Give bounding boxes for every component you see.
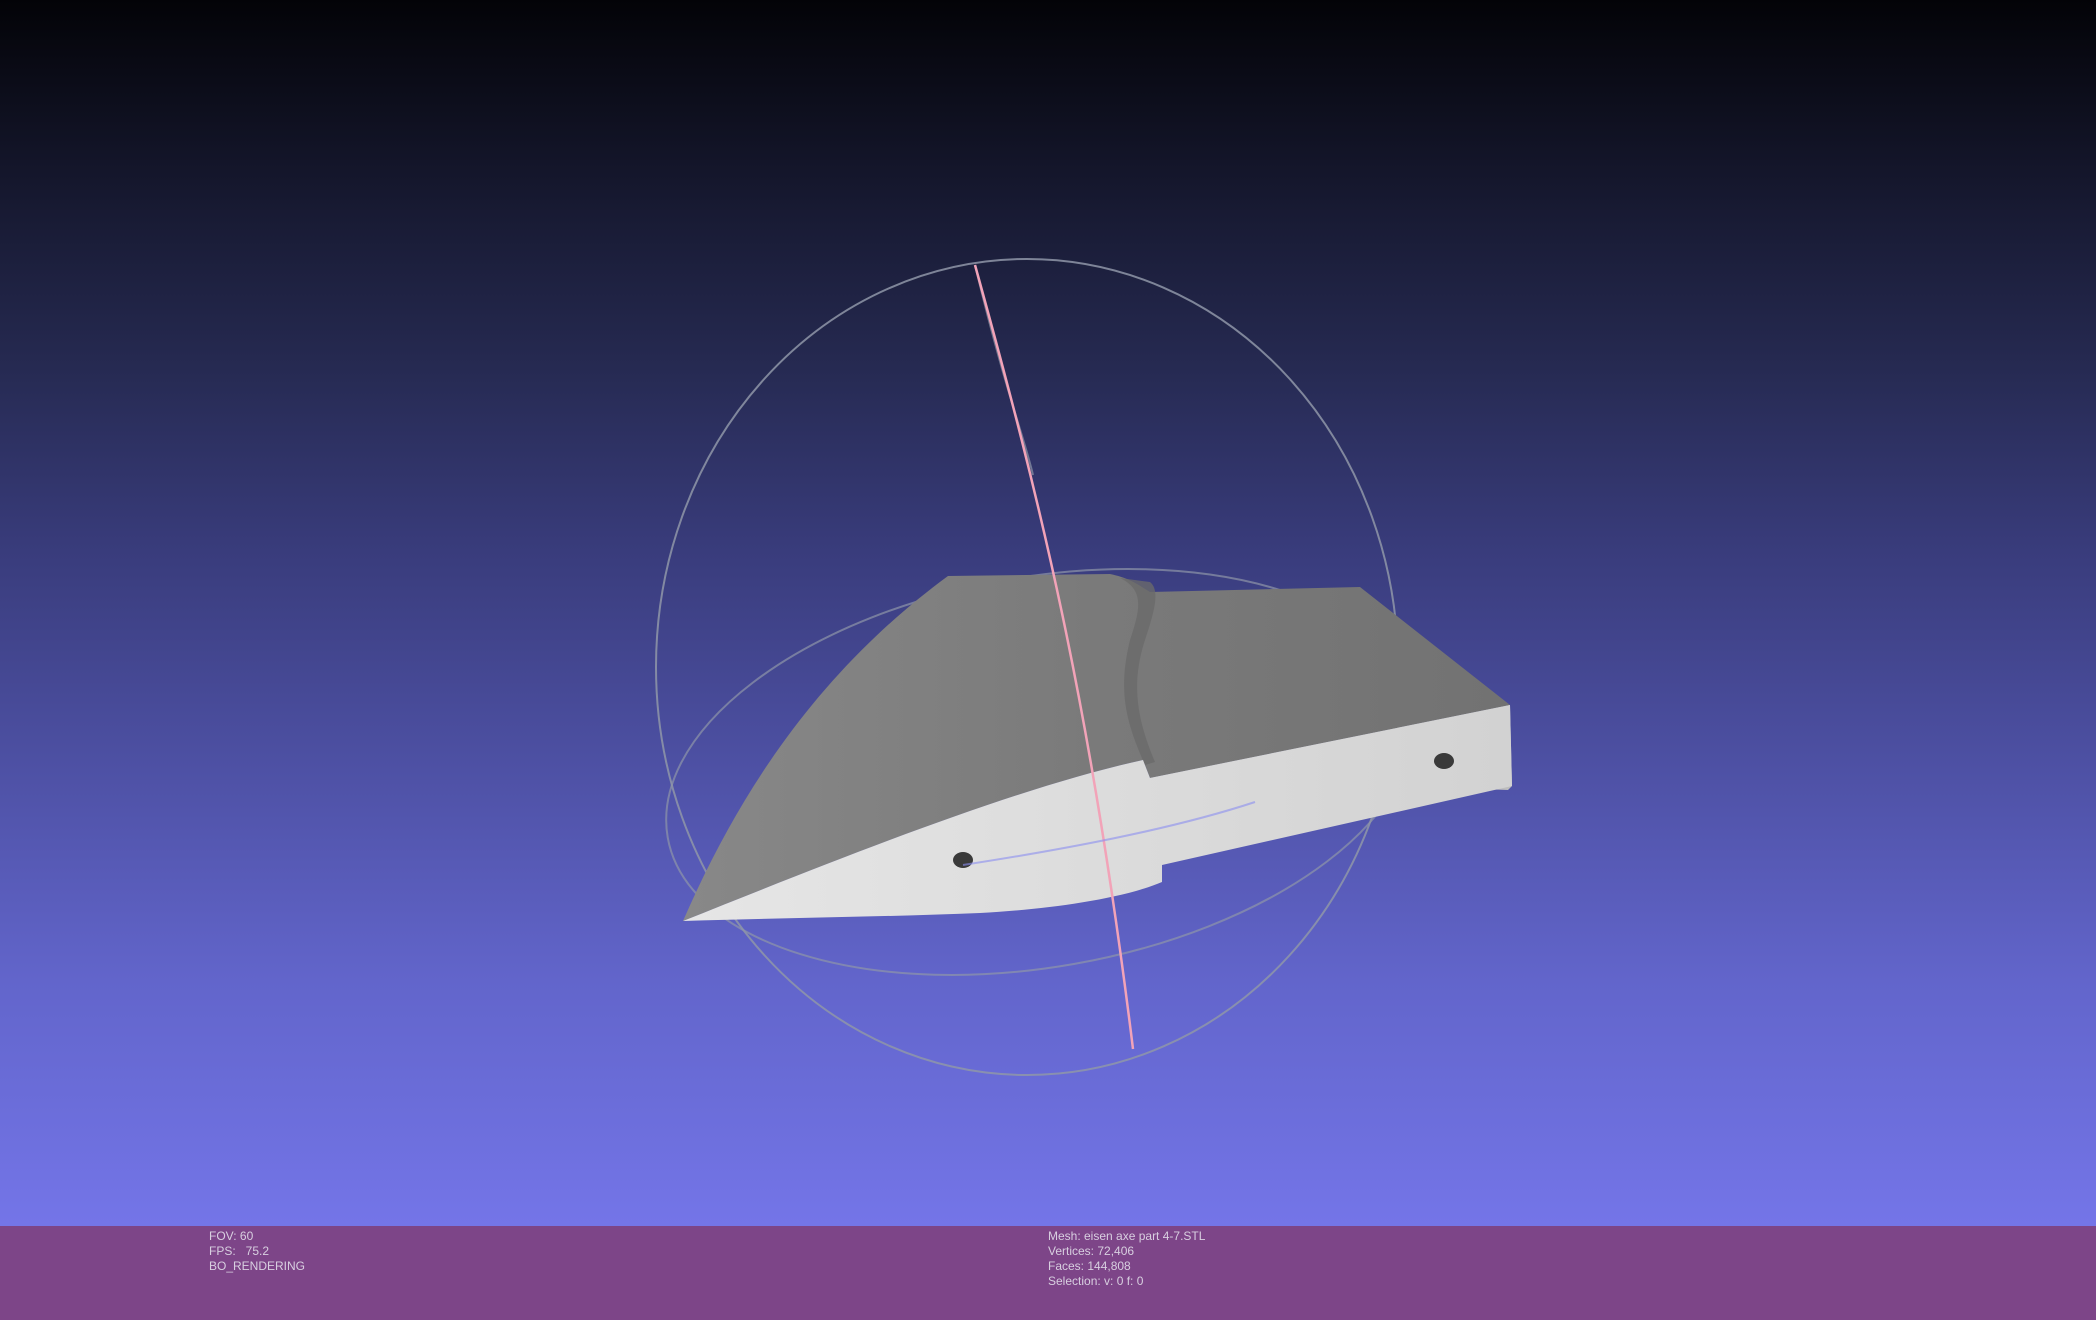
render-info: FOV: 60 FPS: 75.2 BO_RENDERING <box>209 1229 305 1274</box>
mesh-name-readout: Mesh: eisen axe part 4-7.STL <box>1048 1229 1206 1243</box>
render-mode-readout: BO_RENDERING <box>209 1259 306 1273</box>
fps-readout: FPS: 75.2 <box>209 1244 305 1259</box>
3d-viewport[interactable] <box>0 0 2096 1226</box>
mesh-hole-left <box>953 852 973 868</box>
faces-readout: Faces: 144,808 <box>1048 1259 1131 1273</box>
mesh-info: Mesh: eisen axe part 4-7.STL Vertices: 7… <box>1048 1229 1205 1289</box>
vertices-readout: Vertices: 72,406 <box>1048 1244 1135 1258</box>
fov-readout: FOV: 60 <box>209 1229 254 1243</box>
selection-readout: Selection: v: 0 f: 0 <box>1048 1274 1144 1288</box>
viewport-canvas[interactable] <box>0 0 2096 1226</box>
mesh-hole-right <box>1434 753 1454 769</box>
mesh-model[interactable] <box>683 574 1512 921</box>
status-info-bar: FOV: 60 FPS: 75.2 BO_RENDERING Mesh: eise… <box>0 1226 2096 1320</box>
meshlab-window: FOV: 60 FPS: 75.2 BO_RENDERING Mesh: eise… <box>0 0 2096 1320</box>
fps-label: FPS: <box>209 1244 236 1258</box>
fps-value: 75.2 <box>245 1244 270 1258</box>
